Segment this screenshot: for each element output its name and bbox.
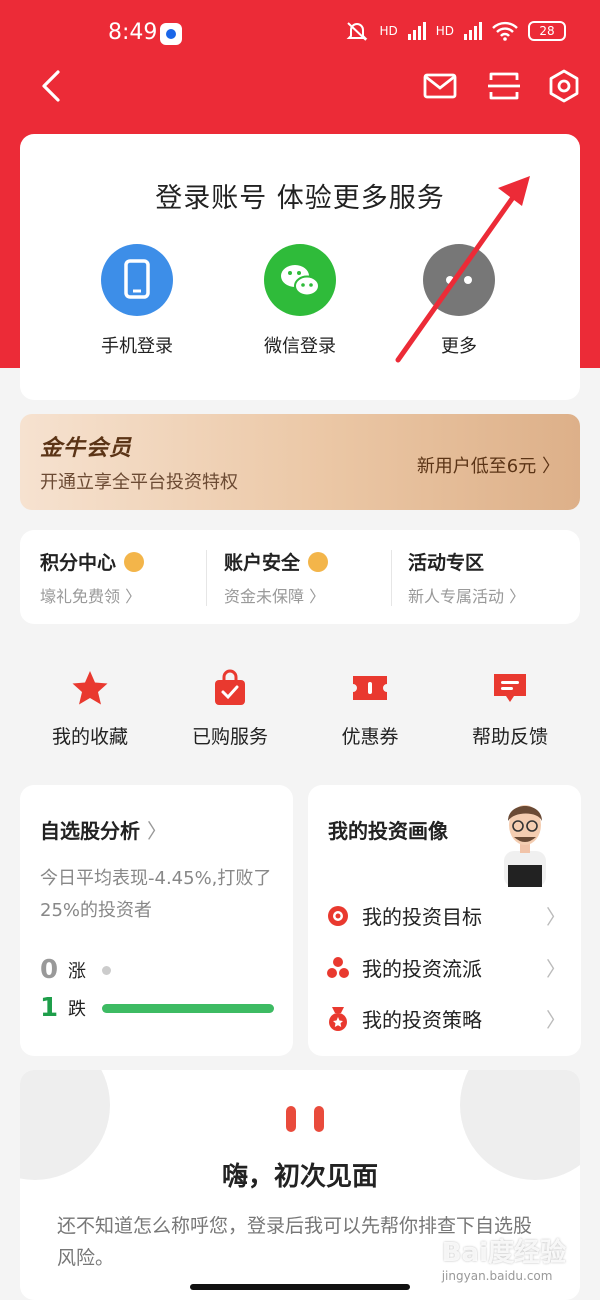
target-icon: [328, 905, 348, 926]
chevron-right-icon: 〉: [146, 819, 167, 843]
points-center[interactable]: 积分中心 壕礼免费领 〉: [40, 548, 145, 607]
activity-zone-subtitle: 新人专属活动 〉: [408, 587, 526, 606]
stock-analysis-title: 自选股分析 〉: [40, 819, 167, 843]
avatar: [504, 805, 546, 887]
account-security-subtitle: 资金未保障 〉: [224, 587, 326, 606]
points-center-subtitle: 壕礼免费领 〉: [40, 587, 142, 606]
coupons-button[interactable]: 优惠券: [310, 668, 430, 749]
coupons-label: 优惠券: [341, 726, 399, 748]
investment-goal-label: 我的投资目标: [362, 905, 482, 929]
annotation-arrow: [395, 176, 530, 363]
shield-badge-icon: [308, 551, 329, 572]
membership-promo[interactable]: 新用户低至6元 〉: [417, 452, 560, 478]
divider: [206, 550, 207, 606]
sparkle-badge-icon: [124, 551, 145, 572]
up-label: 涨: [68, 961, 86, 982]
membership-logo: 金牛会员: [40, 436, 133, 461]
activity-zone[interactable]: 活动专区 新人专属活动 〉: [408, 548, 525, 607]
coupon-icon: [353, 676, 387, 700]
investment-school-item[interactable]: 我的投资流派 〉: [326, 953, 566, 982]
investment-profile-title: 我的投资画像: [328, 819, 448, 843]
investment-school-label: 我的投资流派: [362, 957, 482, 981]
favorites-button[interactable]: 我的收藏: [30, 668, 150, 749]
help-feedback-label: 帮助反馈: [471, 726, 548, 748]
activity-zone-title: 活动专区: [408, 552, 485, 574]
down-bar-track: [102, 1003, 274, 1013]
up-count: 0: [40, 955, 59, 985]
points-center-title: 积分中心: [40, 552, 117, 574]
investment-strategy-label: 我的投资策略: [362, 1008, 482, 1032]
cluster-icon: [327, 956, 349, 978]
stock-analysis-card[interactable]: 自选股分析 〉 今日平均表现-4.45%,打败了25%的投资者 0 涨 1 跌: [20, 785, 293, 1056]
home-indicator[interactable]: [190, 1284, 410, 1290]
help-feedback-button[interactable]: 帮助反馈: [450, 668, 570, 749]
mascot-eyes: [286, 1106, 324, 1132]
divider: [391, 550, 392, 606]
up-row: 0 涨: [40, 955, 111, 985]
greeting-title: 嗨，初次见面: [221, 1162, 378, 1192]
watermark: Bai度经验 jingyan.baidu.com: [441, 1238, 566, 1283]
purchased-services-button[interactable]: 已购服务: [170, 668, 290, 749]
favorites-label: 我的收藏: [51, 726, 128, 748]
account-security[interactable]: 账户安全 资金未保障 〉: [224, 548, 329, 607]
chevron-right-icon: 〉: [546, 905, 566, 929]
star-icon: [72, 671, 108, 705]
quick-links-card: 积分中心 壕礼免费领 〉 账户安全 资金未保障 〉 活动专区 新人专属活动 〉: [20, 530, 580, 624]
chevron-right-icon: 〉: [546, 957, 566, 981]
chevron-right-icon: 〉: [546, 1008, 566, 1032]
investment-strategy-item[interactable]: 我的投资策略 〉: [326, 1004, 566, 1033]
shopping-bag-icon: [215, 669, 245, 705]
down-label: 跌: [68, 999, 86, 1020]
medal-icon: [329, 1006, 347, 1031]
down-row: 1 跌: [40, 993, 274, 1023]
membership-desc: 开通立享全平台投资特权: [40, 472, 238, 493]
investment-goal-item[interactable]: 我的投资目标 〉: [326, 901, 566, 930]
account-security-title: 账户安全: [224, 552, 301, 574]
membership-banner[interactable]: 金牛会员 开通立享全平台投资特权 新用户低至6元 〉: [20, 414, 580, 510]
stock-analysis-desc: 今日平均表现-4.45%,打败了25%的投资者: [40, 868, 272, 921]
down-bar-fill: [102, 1003, 274, 1013]
up-bar-dot: [102, 965, 111, 975]
feedback-icon: [494, 674, 526, 702]
down-count: 1: [40, 993, 59, 1023]
purchased-services-label: 已购服务: [191, 726, 268, 748]
investment-profile-card: 我的投资画像 我的投资目标 〉 我的投资流派 〉 我的投资策略 〉: [308, 785, 581, 1056]
